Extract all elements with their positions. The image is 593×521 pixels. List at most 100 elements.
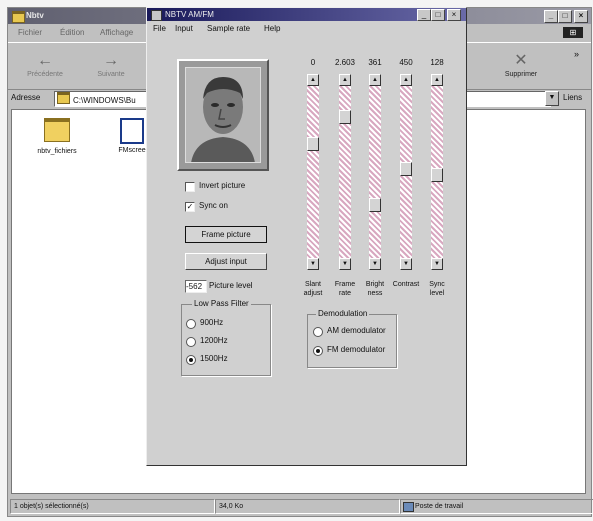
adjust-input-button[interactable]: Adjust input: [185, 253, 267, 270]
sync-on-label: Sync on: [199, 201, 228, 210]
delete-label: Supprimer: [504, 71, 538, 78]
vertical-slider[interactable]: ▲ ▼: [431, 74, 443, 270]
status-selection: 1 objet(s) sélectionné(s): [10, 499, 215, 514]
slider-label-line-1: Contrast: [392, 281, 420, 288]
scroll-down-icon[interactable]: ▼: [307, 258, 319, 270]
slider-label: Contrast: [389, 280, 423, 289]
slider-label: Frame rate: [328, 280, 362, 298]
lowpass-1500-label: 1500Hz: [200, 354, 228, 363]
slider-thumb[interactable]: [400, 162, 412, 176]
menu-sample-rate[interactable]: Sample rate: [207, 22, 250, 36]
slider-label-line-2: ness: [367, 290, 383, 297]
status-bar: 1 objet(s) sélectionné(s) 34,0 Ko Poste …: [8, 498, 593, 514]
video-frame-image: [185, 67, 261, 163]
scroll-down-icon[interactable]: ▼: [369, 258, 381, 270]
file-item-nbtv-fichiers[interactable]: nbtv_fichiers: [27, 118, 87, 155]
nbtv-minimize-icon[interactable]: _: [417, 9, 431, 21]
folder-icon: [44, 118, 70, 142]
menu-file[interactable]: File: [153, 22, 166, 36]
minimize-icon[interactable]: _: [544, 10, 558, 23]
slider-thumb[interactable]: [369, 198, 381, 212]
nbtv-title-bar[interactable]: NBTV AM/FM _ □ ×: [147, 8, 466, 21]
scroll-up-icon[interactable]: ▲: [431, 74, 443, 86]
address-label: Adresse: [11, 93, 41, 102]
slider-label: Sync level: [420, 280, 454, 298]
slider-value: 450: [399, 58, 413, 67]
slider-label-line-2: adjust: [303, 290, 323, 297]
vertical-slider[interactable]: ▲ ▼: [369, 74, 381, 270]
menu-input[interactable]: Input: [175, 22, 193, 36]
lowpass-1200-radio[interactable]: [186, 337, 196, 347]
lowpass-1200-label: 1200Hz: [200, 336, 228, 345]
slider-label: Slant adjust: [296, 280, 330, 298]
document-icon: [120, 118, 144, 144]
scroll-up-icon[interactable]: ▲: [400, 74, 412, 86]
demodulation-group: Demodulation AM demodulator FM demodulat…: [307, 309, 397, 368]
demodulation-title: Demodulation: [316, 309, 370, 318]
nbtv-menu-bar: File Input Sample rate Help: [147, 22, 466, 36]
picture-level-label: Picture level: [209, 281, 253, 290]
sync-on-checkbox[interactable]: ✓: [185, 202, 195, 212]
scroll-down-icon[interactable]: ▼: [431, 258, 443, 270]
fm-demodulator-radio[interactable]: [313, 346, 323, 356]
close-icon[interactable]: ×: [574, 10, 588, 23]
slider-value: 2.603: [334, 58, 356, 67]
menu-affichage[interactable]: Affichage: [100, 24, 133, 42]
nbtv-title: NBTV AM/FM: [165, 10, 214, 19]
explorer-title: Nbtv: [26, 11, 44, 20]
slider-value: 128: [430, 58, 444, 67]
toolbar-more-icon[interactable]: »: [574, 49, 579, 59]
slider-label: Bright ness: [358, 280, 392, 298]
maximize-icon[interactable]: □: [558, 10, 572, 23]
nbtv-close-icon[interactable]: ×: [447, 9, 461, 21]
vertical-slider[interactable]: ▲ ▼: [307, 74, 319, 270]
app-icon: [151, 10, 162, 21]
menu-help[interactable]: Help: [264, 22, 280, 36]
low-pass-filter-group: Low Pass Filter 900Hz 1200Hz 1500Hz: [181, 299, 271, 376]
slider-label-line-2: level: [429, 290, 445, 297]
scroll-up-icon[interactable]: ▲: [307, 74, 319, 86]
forward-button[interactable]: → Suivante: [86, 51, 136, 78]
scroll-down-icon[interactable]: ▼: [400, 258, 412, 270]
forward-arrow-icon: →: [103, 52, 119, 69]
vertical-slider[interactable]: ▲ ▼: [339, 74, 351, 270]
picture-level-value: -562: [185, 280, 207, 293]
links-label[interactable]: Liens: [563, 93, 582, 102]
back-button[interactable]: ← Précédente: [20, 51, 70, 78]
delete-x-icon: ✕: [514, 52, 528, 69]
scroll-up-icon[interactable]: ▲: [369, 74, 381, 86]
delete-button[interactable]: ✕ Supprimer: [496, 51, 546, 78]
back-label: Précédente: [27, 71, 63, 78]
picture-display: [177, 59, 269, 171]
slider-thumb[interactable]: [339, 110, 351, 124]
back-arrow-icon: ←: [37, 52, 53, 69]
low-pass-filter-title: Low Pass Filter: [192, 299, 251, 308]
address-value: C:\WINDOWS\Bu: [73, 96, 136, 105]
slider-thumb[interactable]: [431, 168, 443, 182]
am-demodulator-label: AM demodulator: [327, 326, 386, 335]
slider-label-line-1: Sync: [429, 281, 445, 288]
forward-label: Suivante: [97, 71, 125, 78]
menu-edition[interactable]: Édition: [60, 24, 84, 42]
status-zone-label: Poste de travail: [415, 503, 464, 510]
slider-label-line-1: Frame: [334, 281, 356, 288]
lowpass-1500-radio[interactable]: [186, 355, 196, 365]
scroll-down-icon[interactable]: ▼: [339, 258, 351, 270]
invert-picture-label: Invert picture: [199, 181, 246, 190]
lowpass-900-radio[interactable]: [186, 319, 196, 329]
scroll-up-icon[interactable]: ▲: [339, 74, 351, 86]
slider-label-line-1: Slant: [305, 281, 321, 288]
fm-demodulator-label: FM demodulator: [327, 345, 386, 354]
file-name: FMscree: [118, 147, 146, 154]
nbtv-maximize-icon[interactable]: □: [431, 9, 445, 21]
slider-label-line-2: rate: [338, 290, 352, 297]
address-dropdown-icon[interactable]: ▼: [545, 91, 559, 106]
status-zone: Poste de travail: [400, 499, 593, 514]
frame-picture-button[interactable]: Frame picture: [185, 226, 267, 243]
am-demodulator-radio[interactable]: [313, 327, 323, 337]
windows-logo-icon: ⊞: [563, 27, 583, 38]
slider-thumb[interactable]: [307, 137, 319, 151]
menu-fichier[interactable]: Fichier: [18, 24, 42, 42]
invert-picture-checkbox[interactable]: [185, 182, 195, 192]
vertical-slider[interactable]: ▲ ▼: [400, 74, 412, 270]
